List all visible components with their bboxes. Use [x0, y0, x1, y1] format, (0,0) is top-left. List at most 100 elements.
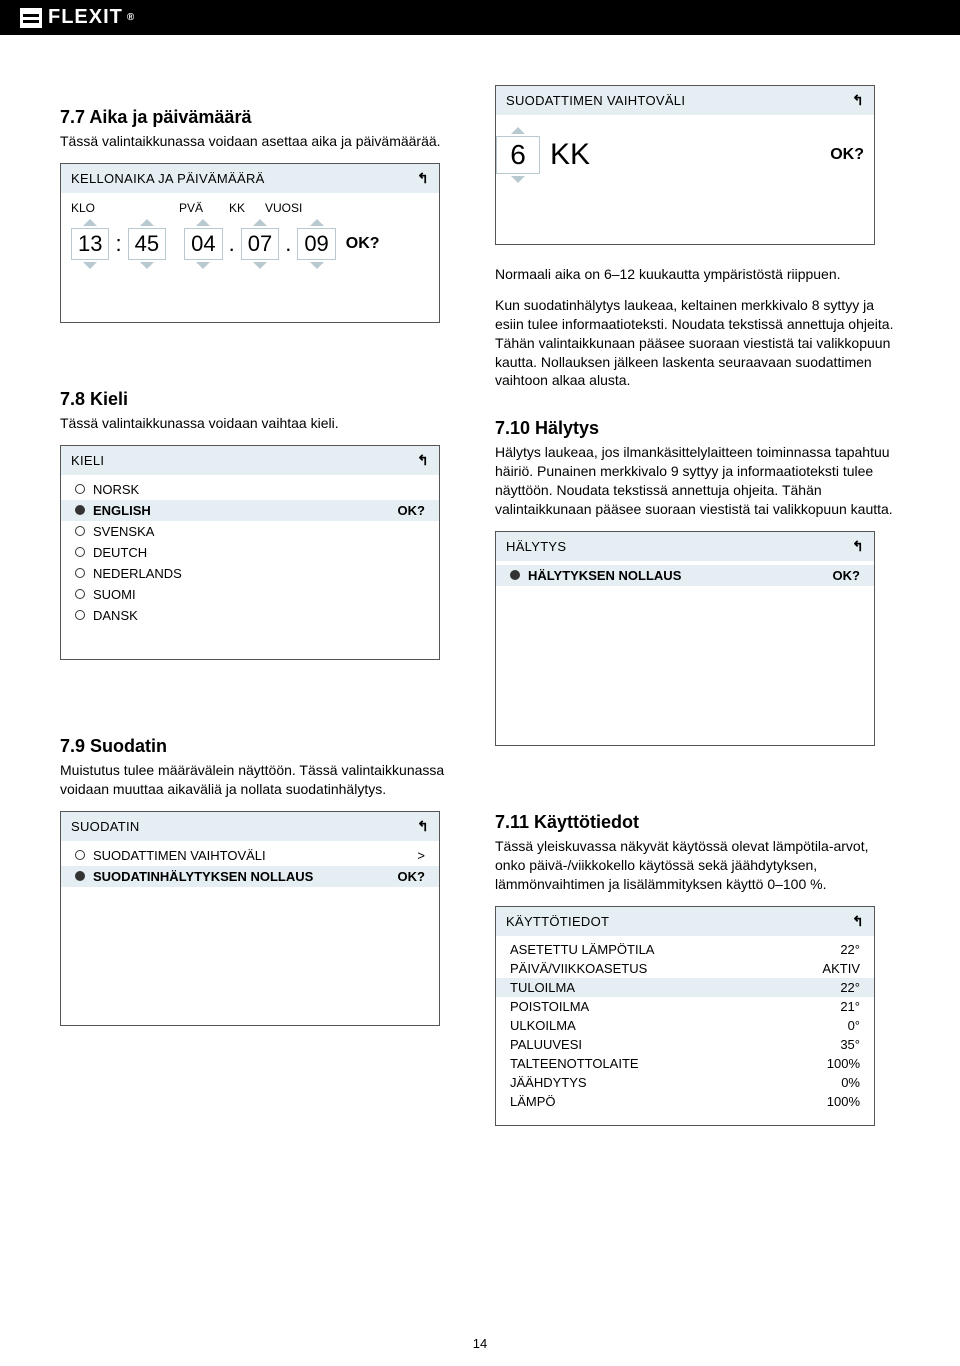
spinner-day[interactable]: 04 [184, 219, 222, 269]
ok-button[interactable]: OK? [830, 146, 864, 164]
heading-7-8: 7.8 Kieli [60, 389, 465, 410]
panel-header-opdata: KÄYTTÖTIEDOT ↰ [496, 907, 874, 936]
radio-on-icon [510, 570, 520, 580]
value-interval: 6 [496, 136, 540, 174]
panel-header-clock: KELLONAIKA JA PÄIVÄMÄÄRÄ ↰ [61, 164, 439, 193]
caption-filter-interval: Normaali aika on 6–12 kuukautta ympärist… [495, 265, 900, 284]
chevron-up-icon[interactable] [310, 219, 324, 226]
label-klo: KLO [71, 201, 107, 215]
brand-name: FLEXIT [48, 6, 123, 29]
unit-label: KK [550, 138, 590, 172]
value-month: 07 [241, 228, 279, 260]
kv-row: LÄMPÖ100% [496, 1092, 874, 1111]
panel-alarm: HÄLYTYS ↰ HÄLYTYKSEN NOLLAUSOK? [495, 531, 875, 746]
spinner-month[interactable]: 07 [241, 219, 279, 269]
lang-suomi[interactable]: SUOMI [61, 584, 439, 605]
heading-7-10: 7.10 Hälytys [495, 418, 900, 439]
lang-dansk[interactable]: DANSK [61, 605, 439, 626]
filter-interval-block: SUODATTIMEN VAIHTOVÄLI ↰ 6 KK OK? Normaa… [495, 85, 900, 402]
clock-spinners: 13 : 45 04 [71, 219, 429, 269]
ok-label: OK? [398, 869, 425, 884]
panel-title: KELLONAIKA JA PÄIVÄMÄÄRÄ [71, 171, 265, 186]
chevron-down-icon[interactable] [511, 176, 525, 183]
panel-clock: KELLONAIKA JA PÄIVÄMÄÄRÄ ↰ KLO PVÄ KK VU… [60, 163, 440, 323]
radio-off-icon [75, 484, 85, 494]
opdata-list: ASETETTU LÄMPÖTILA22° PÄIVÄ/VIIKKOASETUS… [496, 936, 874, 1115]
language-list: NORSK ENGLISHOK? SVENSKA DEUTCH NEDERLAN… [61, 475, 439, 630]
panel-filter: SUODATIN ↰ SUODATTIMEN VAIHTOVÄLI> SUODA… [60, 811, 440, 1026]
kv-row: ULKOILMA0° [496, 1016, 874, 1035]
section-7-7: 7.7 Aika ja päivämäärä Tässä valintaikku… [60, 85, 465, 331]
chevron-up-icon[interactable] [253, 219, 267, 226]
radio-off-icon [75, 610, 85, 620]
kv-row: TALTEENOTTOLAITE100% [496, 1054, 874, 1073]
label-pva: PVÄ [179, 201, 223, 215]
lang-svenska[interactable]: SVENSKA [61, 521, 439, 542]
text-7-8: Tässä valintaikkunassa voidaan vaihtaa k… [60, 414, 465, 433]
brand-bar: FLEXIT® [0, 0, 960, 35]
panel-title: SUODATTIMEN VAIHTOVÄLI [506, 93, 685, 108]
spinner-hour[interactable]: 13 [71, 219, 109, 269]
kv-row: POISTOILMA21° [496, 997, 874, 1016]
panel-header-filter: SUODATIN ↰ [61, 812, 439, 841]
text-7-10: Hälytys laukeaa, jos ilmankäsittelylaitt… [495, 443, 900, 519]
spinner-interval[interactable]: 6 [496, 127, 540, 183]
brand-logo-icon [20, 8, 42, 28]
label-vuosi: VUOSI [265, 201, 309, 215]
kv-row: PÄIVÄ/VIIKKOASETUSAKTIV [496, 959, 874, 978]
chevron-down-icon[interactable] [140, 262, 154, 269]
chevron-down-icon[interactable] [253, 262, 267, 269]
spinner-year[interactable]: 09 [297, 219, 335, 269]
filter-reset-item[interactable]: SUODATINHÄLYTYKSEN NOLLAUSOK? [61, 866, 439, 887]
chevron-up-icon[interactable] [196, 219, 210, 226]
panel-header-alarm: HÄLYTYS ↰ [496, 532, 874, 561]
page-content: 7.7 Aika ja päivämäärä Tässä valintaikku… [0, 35, 960, 1160]
lang-nederlands[interactable]: NEDERLANDS [61, 563, 439, 584]
back-icon[interactable]: ↰ [417, 818, 429, 835]
chevron-up-icon[interactable] [140, 219, 154, 226]
panel-title: SUODATIN [71, 819, 140, 834]
section-7-9: 7.9 Suodatin Muistutus tulee määrävälein… [60, 714, 465, 1034]
spinner-minute[interactable]: 45 [128, 219, 166, 269]
radio-off-icon [75, 589, 85, 599]
panel-header-filter-interval: SUODATTIMEN VAIHTOVÄLI ↰ [496, 86, 874, 115]
value-day: 04 [184, 228, 222, 260]
ok-label: OK? [833, 568, 860, 583]
value-year: 09 [297, 228, 335, 260]
back-icon[interactable]: ↰ [417, 452, 429, 469]
chevron-up-icon[interactable] [83, 219, 97, 226]
back-icon[interactable]: ↰ [852, 538, 864, 555]
paragraph-filter-interval: Kun suodatinhälytys laukeaa, keltainen m… [495, 296, 900, 390]
ok-label: OK? [398, 503, 425, 518]
radio-off-icon [75, 850, 85, 860]
panel-filter-interval: SUODATTIMEN VAIHTOVÄLI ↰ 6 KK OK? [495, 85, 875, 245]
radio-on-icon [75, 505, 85, 515]
alarm-reset-item[interactable]: HÄLYTYKSEN NOLLAUSOK? [496, 565, 874, 586]
heading-7-11: 7.11 Käyttötiedot [495, 812, 900, 833]
back-icon[interactable]: ↰ [417, 170, 429, 187]
lang-deutch[interactable]: DEUTCH [61, 542, 439, 563]
alarm-list: HÄLYTYKSEN NOLLAUSOK? [496, 561, 874, 590]
radio-off-icon [75, 568, 85, 578]
chevron-down-icon[interactable] [83, 262, 97, 269]
clock-labels: KLO PVÄ KK VUOSI [71, 201, 429, 215]
panel-opdata: KÄYTTÖTIEDOT ↰ ASETETTU LÄMPÖTILA22° PÄI… [495, 906, 875, 1126]
text-7-9: Muistutus tulee määrävälein näyttöön. Tä… [60, 761, 465, 799]
radio-on-icon [75, 871, 85, 881]
lang-norsk[interactable]: NORSK [61, 479, 439, 500]
value-hour: 13 [71, 228, 109, 260]
chevron-down-icon[interactable] [196, 262, 210, 269]
radio-off-icon [75, 526, 85, 536]
chevron-up-icon[interactable] [511, 127, 525, 134]
filter-list: SUODATTIMEN VAIHTOVÄLI> SUODATINHÄLYTYKS… [61, 841, 439, 891]
back-icon[interactable]: ↰ [852, 92, 864, 109]
panel-title: HÄLYTYS [506, 539, 566, 554]
kv-row: TULOILMA22° [496, 978, 874, 997]
filter-interval-item[interactable]: SUODATTIMEN VAIHTOVÄLI> [61, 845, 439, 866]
kv-row: JÄÄHDYTYS0% [496, 1073, 874, 1092]
ok-button[interactable]: OK? [346, 235, 380, 253]
back-icon[interactable]: ↰ [852, 913, 864, 930]
chevron-down-icon[interactable] [310, 262, 324, 269]
panel-title: KÄYTTÖTIEDOT [506, 914, 609, 929]
lang-english[interactable]: ENGLISHOK? [61, 500, 439, 521]
